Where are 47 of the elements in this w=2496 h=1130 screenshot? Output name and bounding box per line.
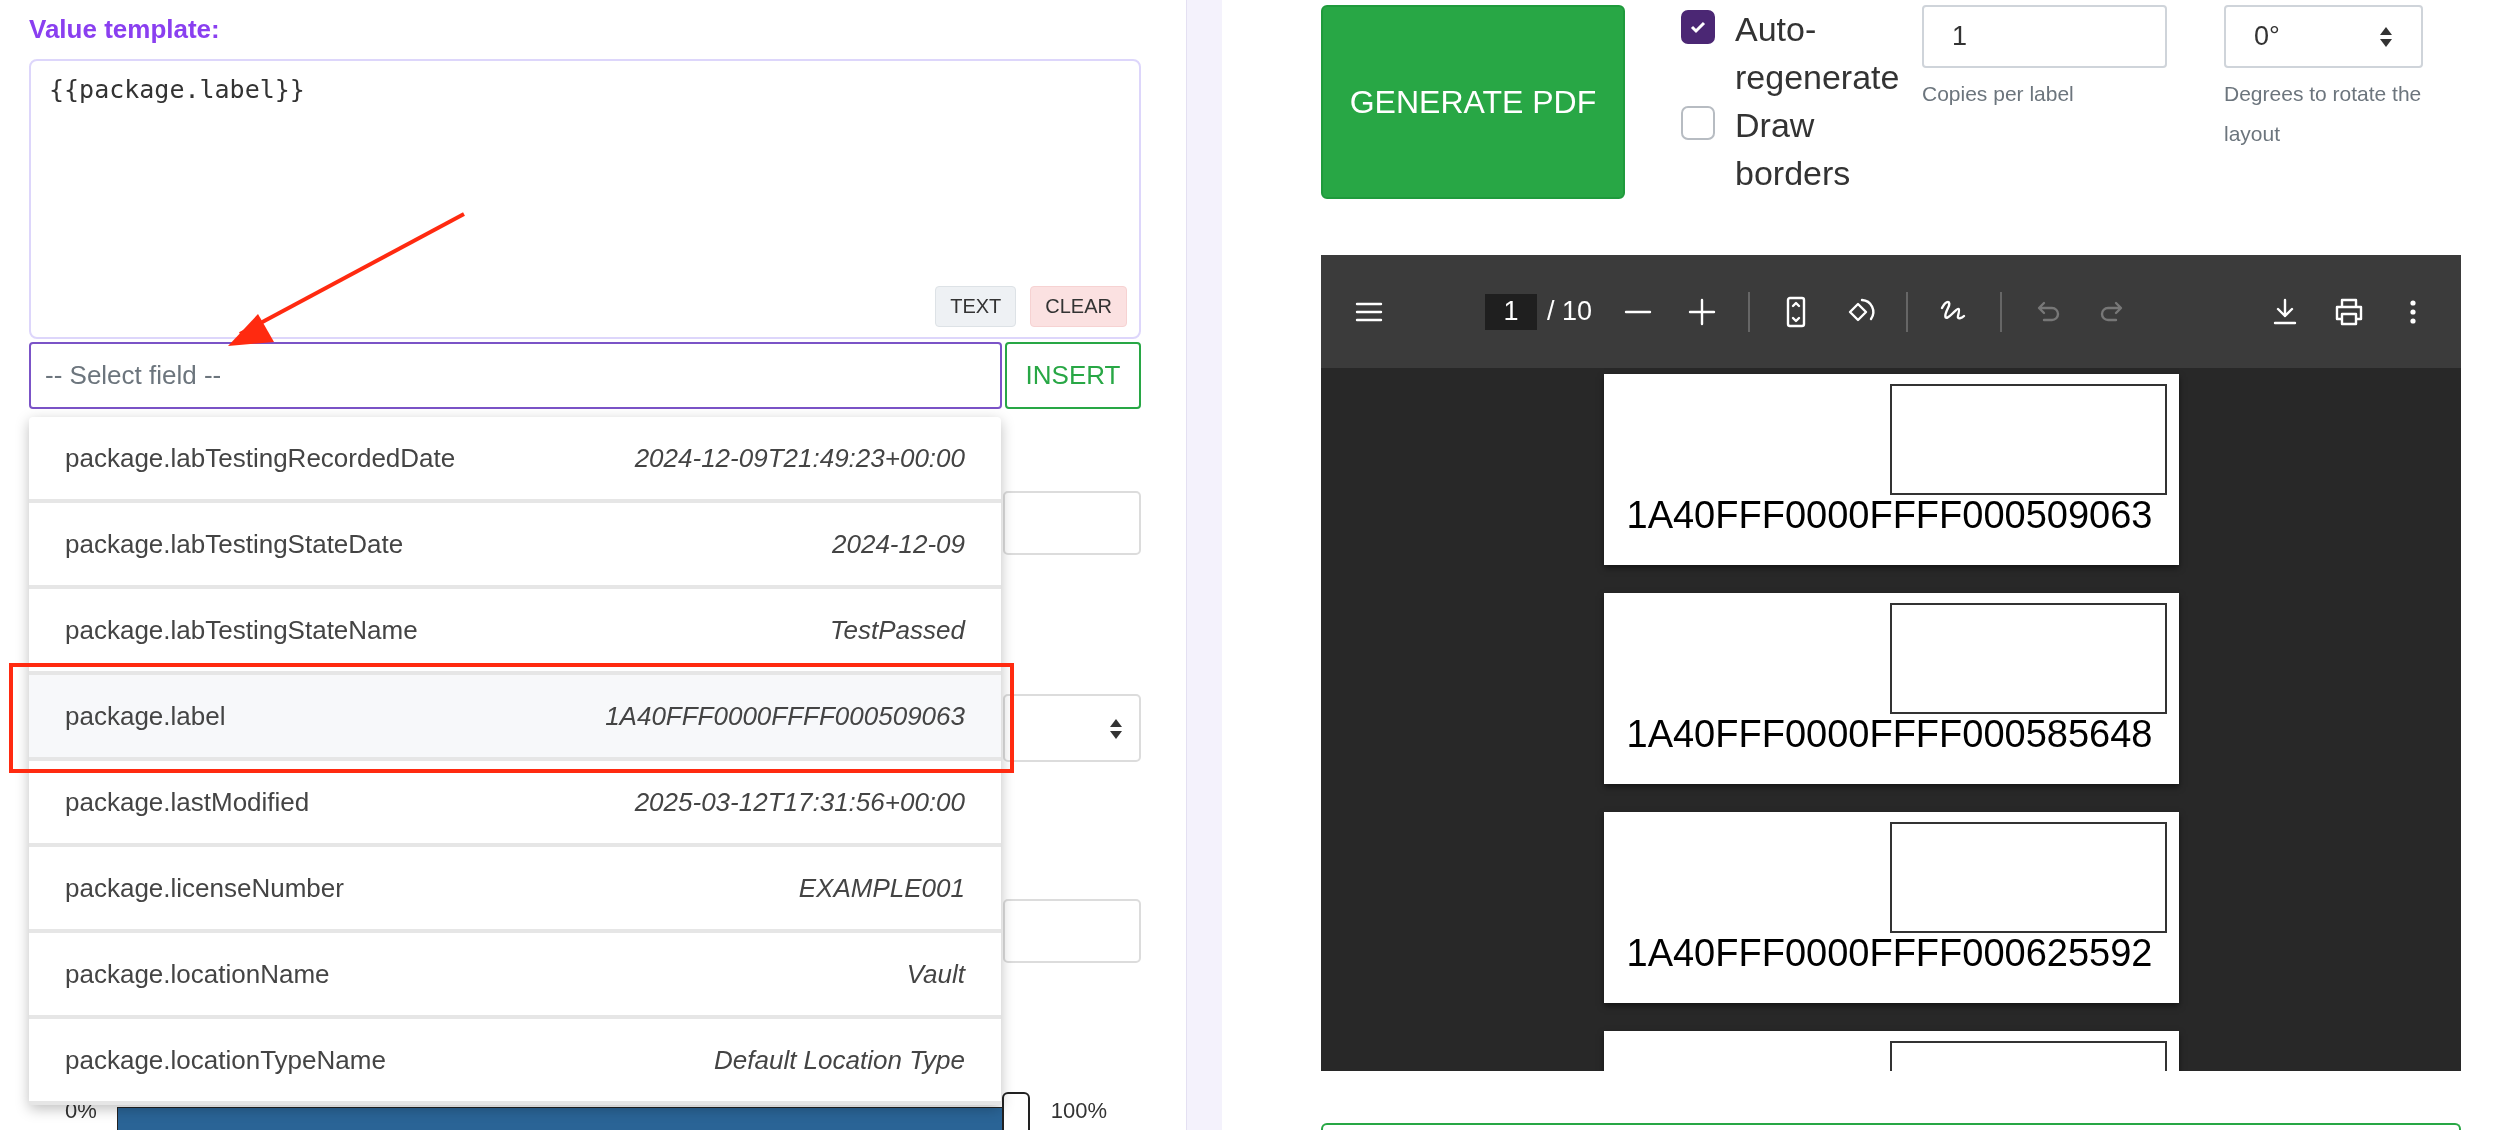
dropdown-item[interactable]: package.licenseNumber EXAMPLE001 (29, 847, 1001, 933)
text-button[interactable]: TEXT (935, 286, 1017, 327)
dropdown-item[interactable]: package.locationName Vault (29, 933, 1001, 1019)
field-value: 2024-12-09 (832, 528, 965, 560)
copies-field[interactable]: 1 (1922, 5, 2167, 68)
help-text: Copies per label (1922, 81, 2075, 107)
field-value: 2024-12-09T21:49:23+00:00 (634, 442, 965, 474)
checkbox-label: Auto-regenerate (1735, 9, 1901, 98)
help-text: Degrees to rotate the layout (2224, 81, 2423, 147)
template-text: {{package.label}} (49, 75, 305, 104)
field-value: Default Location Type (714, 1044, 965, 1076)
field-value: TestPassed (830, 614, 965, 646)
checkbox[interactable] (1681, 10, 1715, 44)
input-field[interactable] (1003, 491, 1141, 555)
dropdown-item[interactable]: package.label 1A40FFF0000FFFF000509063 (29, 675, 1001, 761)
field-key: package.label (65, 700, 226, 732)
field-value: 1A40FFF0000FFFF000509063 (605, 700, 965, 732)
field-value: 2025-03-12T17:31:56+00:00 (634, 786, 965, 818)
page-number-field[interactable]: 1 (1485, 293, 1537, 330)
rotation-select[interactable]: 0° (2224, 5, 2423, 68)
updown-icon (2379, 25, 2393, 48)
dropdown-item[interactable]: package.locationTypeName Default Location Type (29, 1019, 1001, 1105)
dropdown-item[interactable]: package.lastModified 2025-03-12T17:31:56+00:00 (29, 761, 1001, 847)
field-key: package.labTestingStateName (65, 614, 418, 646)
clear-button[interactable]: CLEAR (1030, 286, 1127, 327)
slider-max-label: 100% (1050, 1099, 1108, 1123)
updown-icon (1109, 718, 1123, 740)
dropdown-item[interactable]: package.labTestingStateDate 2024-12-09 (29, 503, 1001, 589)
field-label: Value template: (29, 14, 221, 45)
field-key: package.locationName (65, 958, 330, 990)
input-field[interactable] (1003, 899, 1141, 963)
field-key: package.labTestingRecordedDate (65, 442, 456, 474)
field-key: package.licenseNumber (65, 872, 344, 904)
checkbox-label: Draw borders (1735, 105, 1852, 194)
field-value: Vault (906, 958, 965, 990)
template-textarea[interactable]: {{package.label}} TEXT CLEAR (29, 59, 1141, 339)
label-text: 1A40FFF0000FFFF000509063 (1626, 494, 2153, 537)
dropdown-item[interactable]: package.labTestingRecordedDate 2024-12-09T21:49:23+00:00 (29, 417, 1001, 503)
field-value: EXAMPLE001 (798, 872, 965, 904)
label-text: 1A40FFF0000FFFF000585648 (1626, 713, 2153, 756)
field-key: package.lastModified (65, 786, 310, 818)
label-text: 1A40FFF0000FFFF000625592 (1626, 932, 2153, 975)
select-field[interactable]: -- Select field -- (29, 342, 1002, 409)
field-key: package.locationTypeName (65, 1044, 386, 1076)
page-count: / 10 (1547, 296, 1593, 327)
checkbox[interactable] (1681, 106, 1715, 140)
field-key: package.labTestingStateDate (65, 528, 404, 560)
